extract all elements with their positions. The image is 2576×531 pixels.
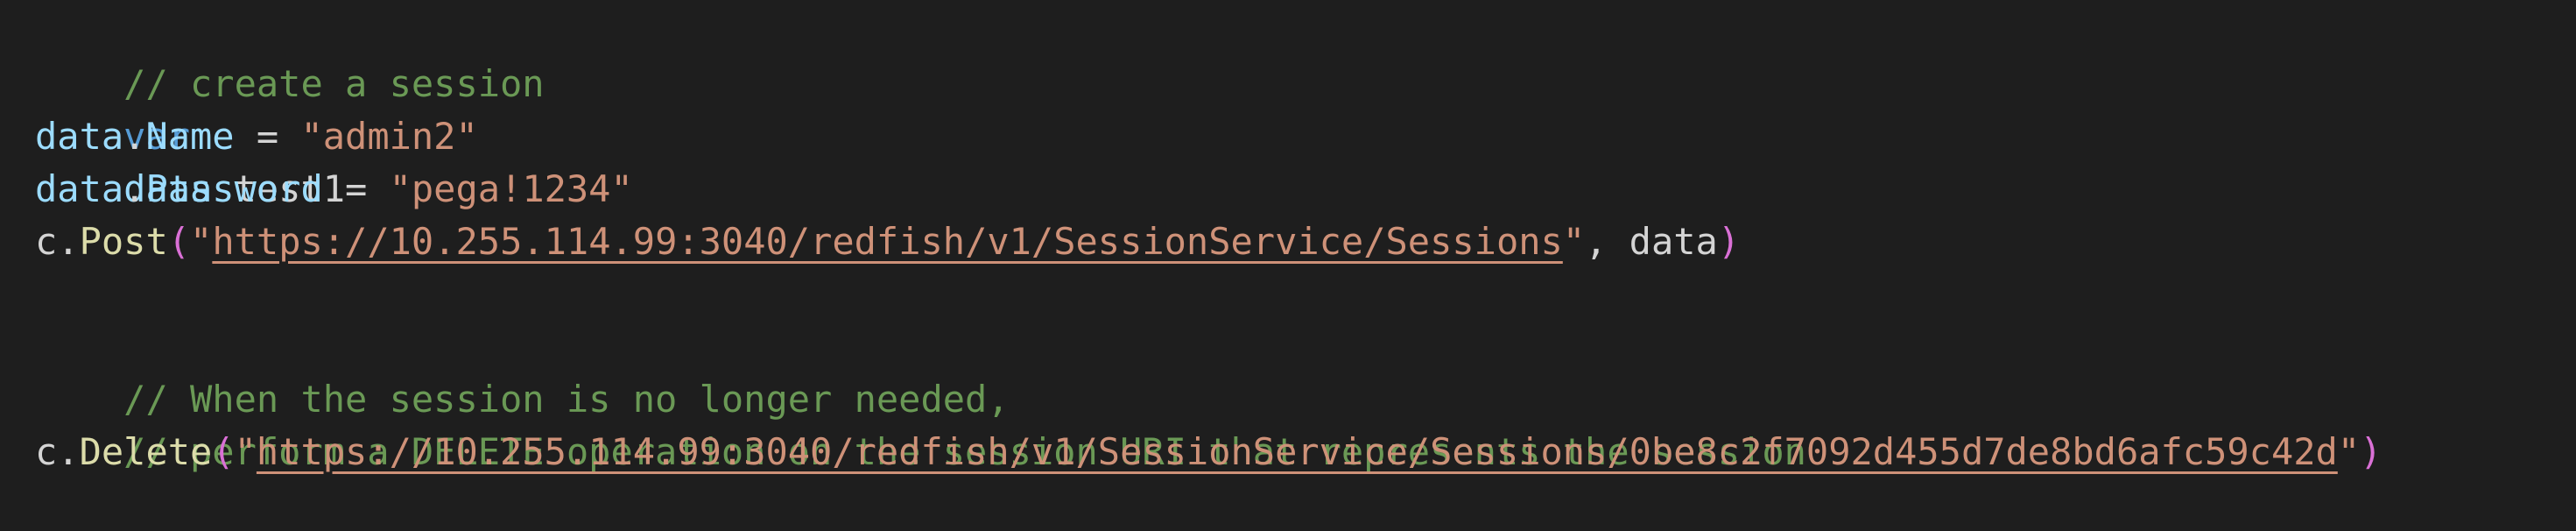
assign-operator: =: [234, 115, 301, 158]
code-line-7: // When the session is no longer needed,: [35, 321, 1009, 421]
quote-open: ": [190, 220, 213, 263]
dot: .: [57, 220, 80, 263]
client-object: c: [35, 220, 58, 263]
name-property: Name: [145, 115, 235, 158]
dot: .: [123, 167, 146, 210]
open-paren: (: [167, 220, 191, 263]
data-object: data: [35, 115, 124, 158]
post-method: Post: [79, 220, 168, 263]
name-value-string: "admin2": [300, 115, 478, 158]
delete-method: Delete: [79, 430, 213, 473]
open-paren: (: [212, 430, 235, 473]
code-line-1: // create a session: [35, 5, 544, 105]
password-value-string: "pega!1234": [389, 167, 633, 210]
dot: .: [57, 430, 80, 473]
quote-close: ": [2337, 430, 2361, 473]
data-object: data: [35, 167, 124, 210]
quote-open: ": [234, 430, 257, 473]
quote-close: ": [1562, 220, 1586, 263]
code-line-3: data.Name = "admin2": [35, 110, 478, 163]
session-delete-url-link[interactable]: https://10.255.114.99:3040/redfish/v1/Se…: [257, 430, 2338, 473]
code-line-9: c.Delete("https://10.255.114.99:3040/red…: [35, 426, 2382, 478]
code-line-2: var data test1: [35, 58, 345, 210]
password-property: Password: [145, 167, 323, 210]
code-line-4: data.Password = "pega!1234": [35, 163, 633, 216]
code-line-8: // perform a DELETE operation on the ses…: [35, 373, 1806, 473]
args-rest: , data: [1585, 220, 1718, 263]
code-line-5: c.Post("https://10.255.114.99:3040/redfi…: [35, 216, 1740, 268]
dot: .: [123, 115, 146, 158]
sessions-url-link[interactable]: https://10.255.114.99:3040/redfish/v1/Se…: [212, 220, 1562, 263]
code-editor[interactable]: // create a session var data test1 data.…: [0, 0, 2576, 487]
close-paren: ): [1717, 220, 1741, 263]
close-paren: ): [2360, 430, 2382, 473]
client-object: c: [35, 430, 58, 473]
assign-operator: =: [322, 167, 390, 210]
